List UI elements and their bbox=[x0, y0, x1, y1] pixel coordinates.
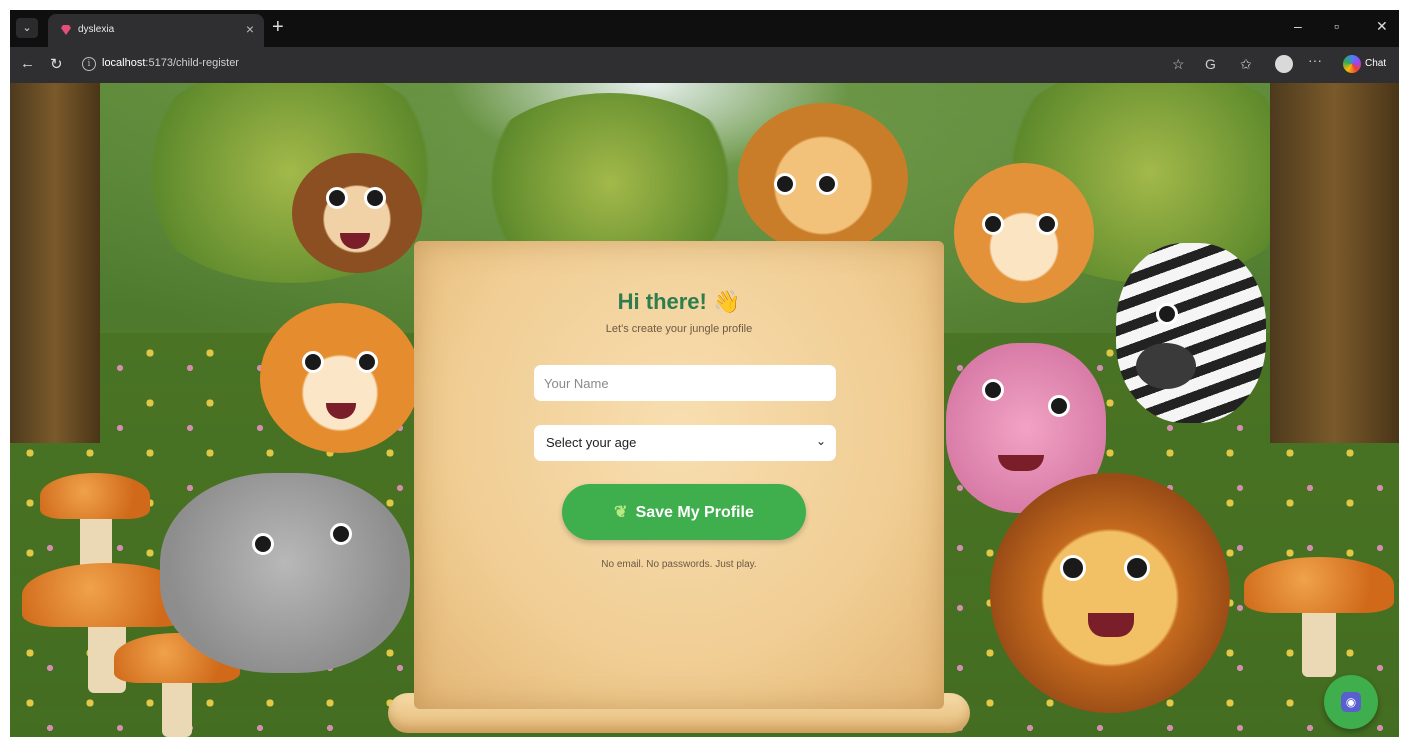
favicon-icon bbox=[61, 25, 71, 35]
chat-button[interactable]: Chat bbox=[1343, 54, 1389, 74]
copilot-icon bbox=[1343, 55, 1361, 73]
star-icon[interactable]: ☆ bbox=[1172, 56, 1185, 73]
tree-trunk-left bbox=[10, 83, 100, 443]
chevron-down-icon: ⌄ bbox=[815, 434, 826, 448]
browser-tab[interactable]: dyslexia × bbox=[48, 14, 264, 47]
refresh-icon[interactable]: ↻ bbox=[50, 55, 63, 73]
url-text: localhost:5173/child-register bbox=[102, 57, 239, 69]
close-icon[interactable]: × bbox=[246, 21, 254, 37]
chatbot-icon: ◉ bbox=[1341, 692, 1361, 712]
tab-actions-menu[interactable]: ⌄ bbox=[16, 18, 38, 38]
tree-trunk-right bbox=[1270, 83, 1399, 443]
tab-title: dyslexia bbox=[78, 24, 115, 35]
sprout-icon: ❦ bbox=[614, 504, 628, 521]
browser-window: ⌄ dyslexia × + – ▫ ✕ ← ↻ i localhost:517… bbox=[10, 10, 1399, 737]
tiger-cub-illustration bbox=[954, 163, 1094, 303]
info-icon[interactable]: i bbox=[82, 57, 96, 71]
elephant-illustration bbox=[160, 473, 410, 673]
save-profile-label: Save My Profile bbox=[635, 504, 754, 521]
tiger-illustration bbox=[260, 303, 420, 453]
tracking-icon[interactable]: G bbox=[1205, 56, 1216, 72]
maximize-icon[interactable]: ▫ bbox=[1334, 18, 1339, 34]
more-icon[interactable]: ··· bbox=[1308, 52, 1322, 68]
save-profile-button[interactable]: ❦ Save My Profile bbox=[562, 484, 806, 540]
profile-card: Hi there! 👋 Let's create your jungle pro… bbox=[414, 241, 944, 709]
chatbot-button[interactable]: ◉ bbox=[1324, 675, 1378, 729]
favorites-icon[interactable]: ✩ bbox=[1240, 56, 1252, 73]
age-select[interactable]: Select your age ⌄ bbox=[534, 425, 836, 461]
back-icon[interactable]: ← bbox=[20, 55, 35, 72]
monkey-illustration bbox=[292, 153, 422, 273]
close-window-icon[interactable]: ✕ bbox=[1376, 18, 1388, 35]
age-select-value: Select your age bbox=[546, 435, 637, 450]
address-toolbar: ← ↻ i localhost:5173/child-register ☆ G … bbox=[10, 47, 1399, 83]
lion-illustration bbox=[990, 473, 1230, 713]
privacy-note: No email. No passwords. Just play. bbox=[601, 559, 757, 570]
zebra-illustration bbox=[1116, 243, 1266, 423]
tab-strip: ⌄ dyslexia × + – ▫ ✕ bbox=[10, 10, 1399, 47]
giraffe-illustration bbox=[738, 103, 908, 253]
name-input[interactable] bbox=[534, 365, 836, 401]
page-subtitle: Let's create your jungle profile bbox=[605, 323, 753, 335]
page-title: Hi there! 👋 bbox=[617, 289, 741, 314]
address-bar[interactable]: i localhost:5173/child-register bbox=[74, 53, 1154, 77]
minimize-icon[interactable]: – bbox=[1294, 18, 1302, 34]
page-viewport: Hi there! 👋 Let's create your jungle pro… bbox=[10, 83, 1399, 737]
avatar[interactable] bbox=[1275, 55, 1293, 73]
chat-label: Chat bbox=[1365, 58, 1387, 69]
menu-icon: ⌄ bbox=[22, 22, 32, 34]
mushroom-illustration bbox=[1244, 557, 1394, 677]
plus-icon[interactable]: + bbox=[272, 16, 284, 39]
